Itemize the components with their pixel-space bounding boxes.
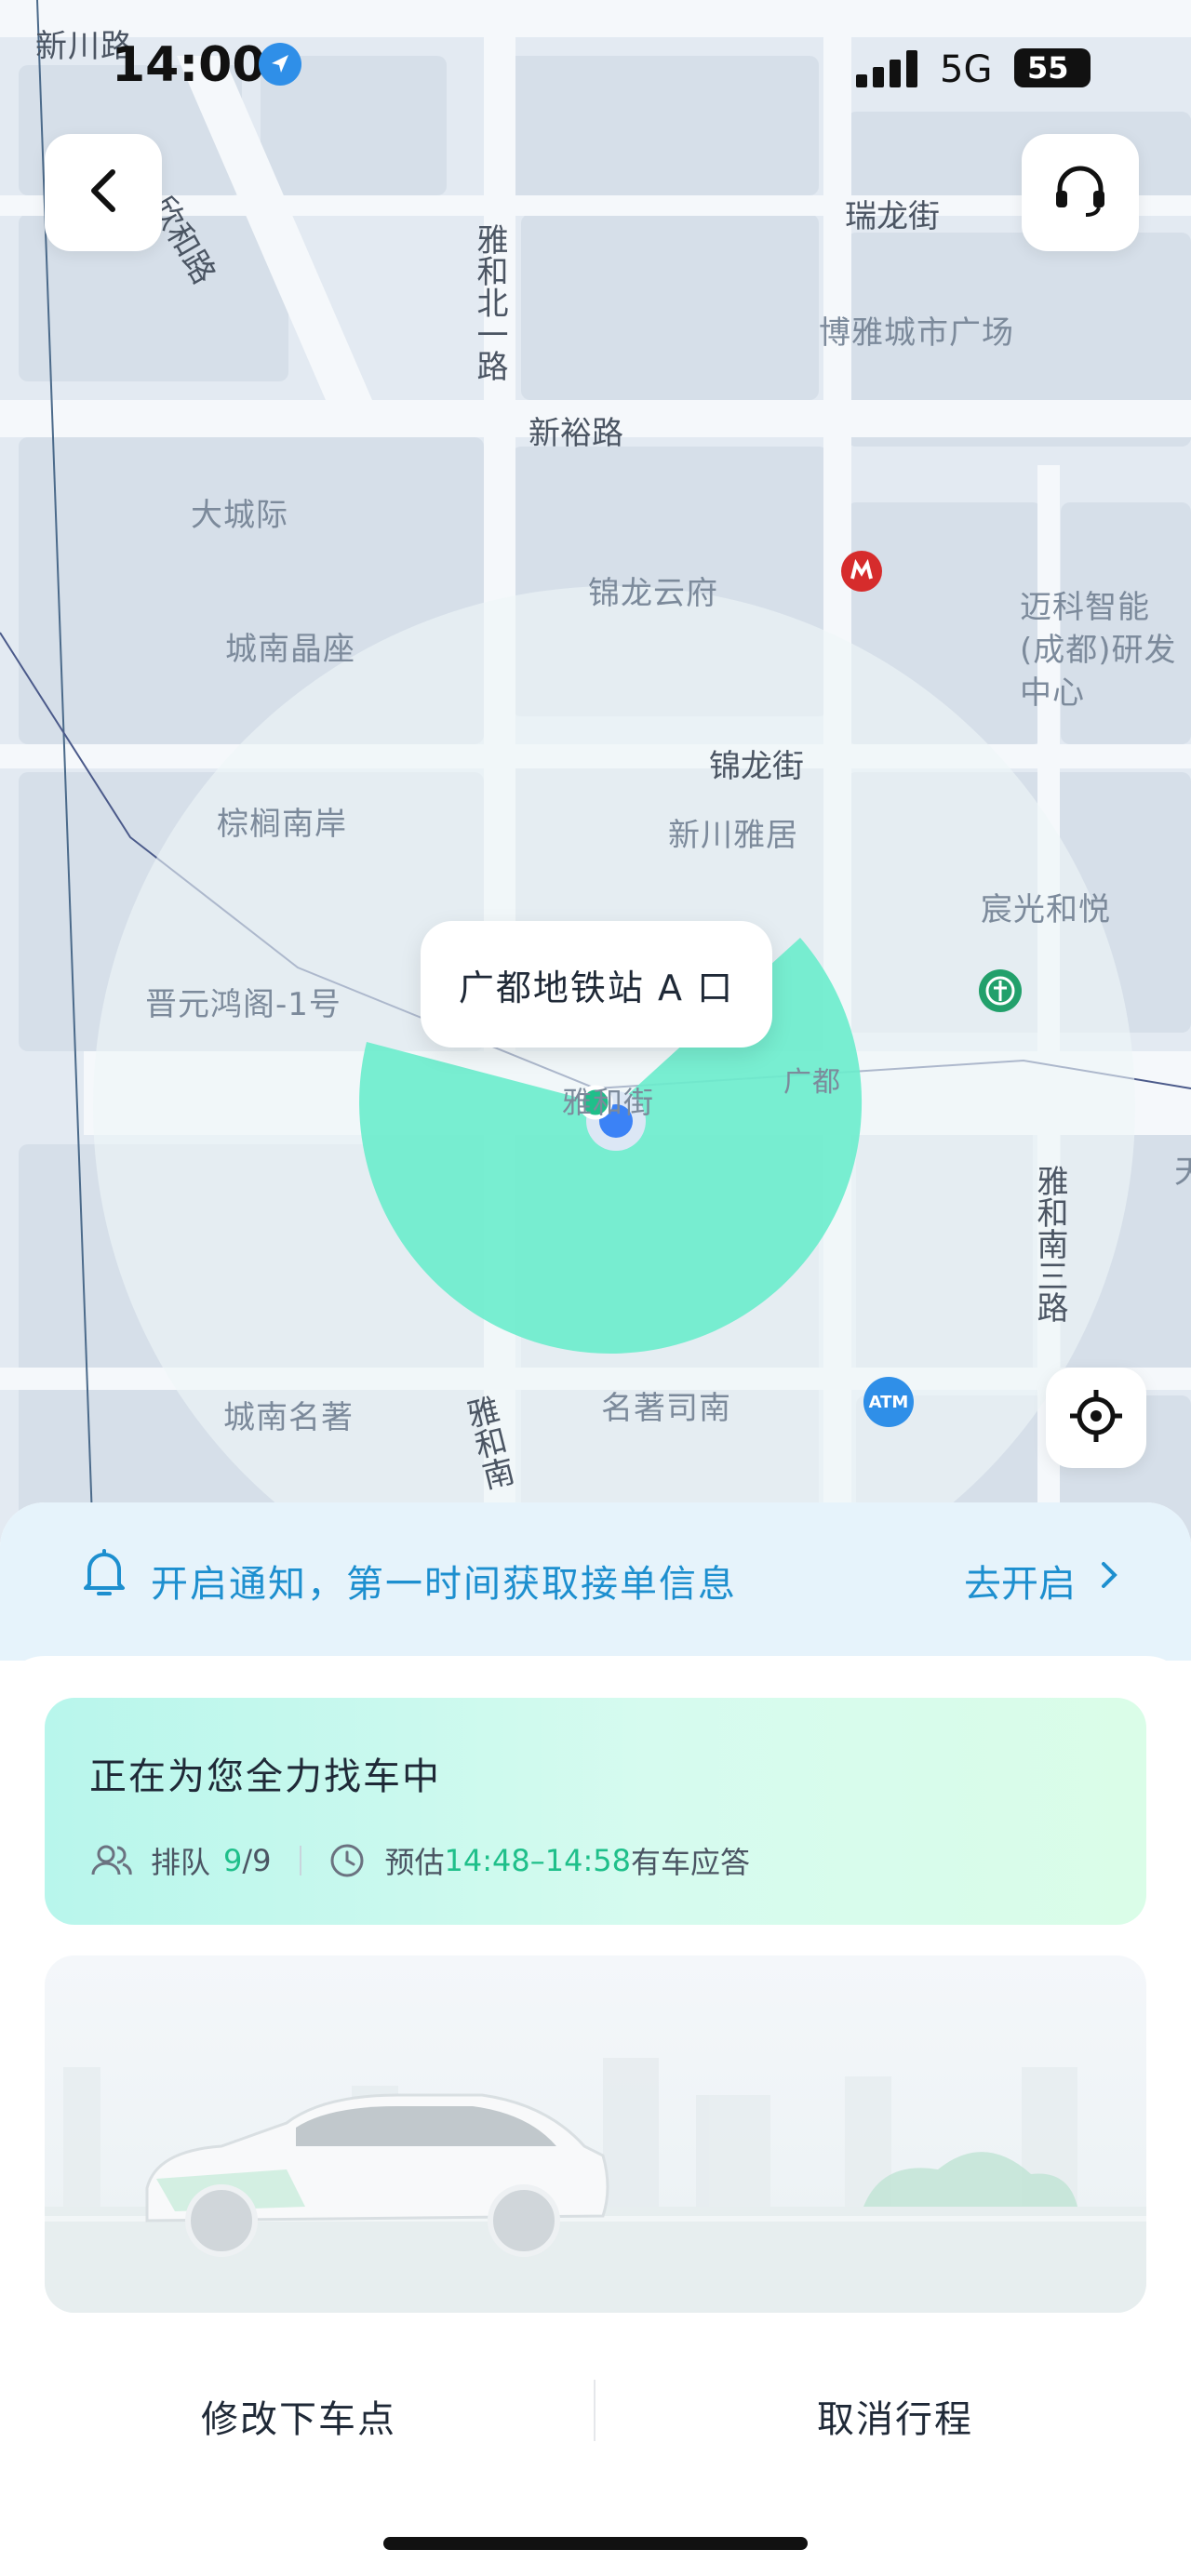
home-indicator[interactable] xyxy=(383,2537,808,2550)
estimate-time: 14:48–14:58 xyxy=(444,1843,631,1878)
map-label-chengnan-jingzuo: 城南晶座 xyxy=(225,631,355,668)
map-label-mingzhu-sinan: 名著司南 xyxy=(601,1390,731,1427)
status-time: 14:00 xyxy=(112,37,266,93)
customer-service-button[interactable] xyxy=(1022,134,1139,251)
users-icon xyxy=(89,1844,134,1877)
map-label-jinyuan-honge: 晋元鸿阁-1号 xyxy=(145,986,341,1023)
signal-icon xyxy=(856,50,923,91)
map-label-chenguang-heyue: 宸光和悦 xyxy=(981,891,1111,928)
atm-icon[interactable]: ATM xyxy=(863,1377,914,1427)
queue-divider xyxy=(299,1846,301,1875)
notification-banner[interactable]: 开启通知，第一时间获取接单信息 去开启 xyxy=(0,1502,1191,1661)
battery-level: 55 xyxy=(1014,48,1091,87)
chevron-left-icon xyxy=(85,167,122,219)
cancel-trip-button[interactable]: 取消行程 xyxy=(817,2389,973,2443)
clock-icon xyxy=(329,1843,365,1878)
network-type: 5G xyxy=(940,48,993,91)
queue-info-row: 排队 9 /9 预估 14:48–14:58 有车应答 xyxy=(89,1839,750,1882)
map-label-yahe-street: 雅和街 xyxy=(562,1085,655,1120)
map-label-jinlong-yunfu: 锦龙云府 xyxy=(588,575,718,612)
chevron-right-icon xyxy=(1098,1558,1120,1595)
bottom-actions: 修改下车点 取消行程 xyxy=(0,2363,1191,2465)
queue-position: 9 xyxy=(223,1843,243,1878)
map-label-guangdu-road: 广都 xyxy=(783,1066,841,1099)
notification-text: 开启通知，第一时间获取接单信息 xyxy=(151,1563,737,1606)
metro-icon[interactable] xyxy=(841,551,882,592)
map-label-zonglv-nanan: 棕榈南岸 xyxy=(217,806,347,843)
map-label-yahe-north1: 雅和北一路 xyxy=(471,223,508,381)
map-label-right-edge: 天 xyxy=(1174,1146,1191,1192)
back-button[interactable] xyxy=(45,134,162,251)
map-label-xinyu-road: 新裕路 xyxy=(529,415,623,452)
locate-button[interactable] xyxy=(1046,1368,1146,1468)
headset-icon xyxy=(1050,161,1110,224)
enable-notification-link[interactable]: 去开启 xyxy=(964,1554,1076,1608)
queue-total: /9 xyxy=(242,1843,272,1878)
map-label-boya-plaza: 博雅城市广场 xyxy=(819,314,1014,352)
car-illustration-card xyxy=(45,1955,1146,2313)
pickup-location-bubble[interactable]: 广都地铁站 A 口 xyxy=(421,921,772,1048)
car-illustration xyxy=(45,2058,1146,2313)
location-arrow-icon xyxy=(259,43,301,86)
map-view[interactable]: 新川路 欣和路 雅和北一路 新裕路 瑞龙街 博雅城市广场 大城际 锦龙云府 迈科… xyxy=(0,0,1191,1544)
map-label-ruilong-street: 瑞龙街 xyxy=(845,198,940,235)
estimate-suffix: 有车应答 xyxy=(630,1845,750,1880)
map-label-xinchuan-yaju: 新川雅居 xyxy=(668,817,798,854)
map-label-dachengji: 大城际 xyxy=(191,497,288,534)
status-bar: 14:00 5G 55 xyxy=(0,0,1191,140)
modify-dropoff-button[interactable]: 修改下车点 xyxy=(201,2389,396,2443)
estimate-prefix: 预估 xyxy=(384,1845,445,1880)
crosshair-icon xyxy=(1068,1388,1124,1448)
status-title: 正在为您全力找车中 xyxy=(89,1755,441,1798)
atm-label: ATM xyxy=(868,1392,909,1412)
searching-status-card: 正在为您全力找车中 排队 9 /9 预估 14:48–14:58 有车应答 xyxy=(45,1698,1146,1925)
queue-label: 排队 xyxy=(151,1845,211,1880)
map-label-yahe-south3: 雅和南三路 xyxy=(1031,1165,1068,1323)
bell-icon xyxy=(80,1547,128,1605)
map-label-maike: 迈科智能(成都)研发中心 xyxy=(1020,589,1177,712)
map-label-chengnan-mingzhu: 城南名著 xyxy=(223,1399,354,1436)
bank-icon[interactable] xyxy=(979,969,1022,1012)
action-divider xyxy=(594,2380,596,2441)
map-label-jinlong-street: 锦龙街 xyxy=(709,748,804,785)
